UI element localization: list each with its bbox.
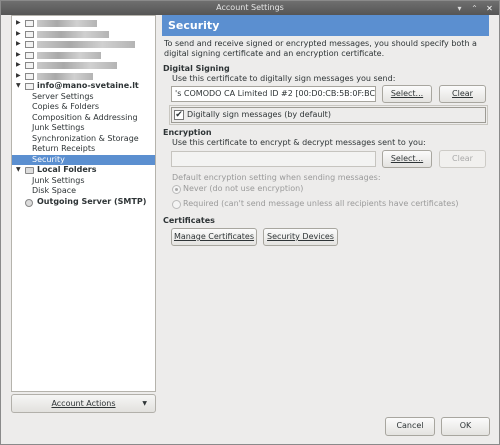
tree-item-composition[interactable]: Composition & Addressing: [12, 113, 155, 124]
tree-item-label: Server Settings: [32, 91, 94, 101]
digitally-sign-checkbox-row[interactable]: ✔ Digitally sign messages (by default): [169, 105, 488, 125]
mail-account-icon: [25, 62, 34, 69]
collapse-icon[interactable]: ▼: [16, 165, 22, 176]
signing-description: Use this certificate to digitally sign m…: [172, 74, 396, 83]
ok-button[interactable]: OK: [441, 417, 490, 436]
tree-item-sync-storage[interactable]: Synchronization & Storage: [12, 134, 155, 145]
tree-account-blurred[interactable]: ▶: [12, 39, 155, 50]
button-label: Manage Certificates: [173, 232, 255, 241]
tree-account-blurred[interactable]: ▶: [12, 50, 155, 61]
never-radio[interactable]: [172, 185, 181, 194]
mail-account-icon: [25, 72, 34, 80]
account-actions-label: Account Actions: [51, 399, 116, 408]
button-label: Clear: [452, 154, 473, 163]
button-label: OK: [459, 421, 472, 430]
expand-icon[interactable]: ▶: [16, 50, 22, 61]
tree-item-label: Copies & Folders: [32, 102, 100, 111]
mail-account-icon: [25, 20, 34, 27]
tree-item-label: Junk Settings: [32, 175, 85, 185]
digitally-sign-checkbox[interactable]: ✔: [174, 110, 184, 120]
expand-icon[interactable]: ▶: [16, 60, 22, 71]
never-radio-label: Never (do not use encryption): [183, 184, 304, 193]
tree-account-expanded[interactable]: ▼ info@mano-svetaine.lt: [12, 81, 155, 92]
tree-account-blurred[interactable]: ▶: [12, 18, 155, 29]
signing-clear-button[interactable]: Clear: [439, 85, 486, 103]
expand-icon[interactable]: ▶: [16, 39, 22, 50]
button-label: Clear: [452, 89, 473, 98]
digital-signing-heading: Digital Signing: [163, 64, 230, 73]
account-name: info@mano-svetaine.lt: [37, 81, 139, 90]
tree-item-return-receipts[interactable]: Return Receipts: [12, 144, 155, 155]
encryption-select-button[interactable]: Select...: [382, 150, 432, 168]
local-folders-label: Local Folders: [37, 165, 97, 174]
signing-certificate-field[interactable]: 's COMODO CA Limited ID #2 [00:D0:CB:5B:…: [171, 86, 376, 102]
encryption-clear-button[interactable]: Clear: [439, 150, 486, 168]
intro-text: To send and receive signed or encrypted …: [164, 39, 477, 58]
blurred-account-name: [37, 20, 97, 27]
tree-item-label: Security: [32, 154, 65, 164]
window-controls: ▾ ⌃ ✕: [454, 1, 495, 15]
signing-select-button[interactable]: Select...: [382, 85, 432, 103]
button-label: Security Devices: [267, 232, 334, 241]
blurred-account-name: [37, 72, 93, 80]
encryption-description: Use this certificate to encrypt & decryp…: [172, 138, 426, 147]
local-folders-icon: [25, 167, 34, 174]
minimize-icon[interactable]: ▾: [454, 3, 465, 14]
outgoing-server-label: Outgoing Server (SMTP): [37, 196, 147, 206]
tree-item-label: Synchronization & Storage: [32, 133, 139, 143]
tree-account-blurred[interactable]: ▶: [12, 60, 155, 71]
default-encryption-label: Default encryption setting when sending …: [172, 173, 381, 182]
tree-account-blurred[interactable]: ▶: [12, 29, 155, 40]
certificates-heading: Certificates: [163, 216, 215, 225]
mail-account-icon: [25, 83, 34, 90]
manage-certificates-button[interactable]: Manage Certificates: [171, 228, 257, 246]
expand-icon[interactable]: ▶: [16, 71, 22, 82]
digitally-sign-label: Digitally sign messages (by default): [187, 110, 331, 119]
encryption-heading: Encryption: [163, 128, 212, 137]
dropdown-arrow-icon: ▼: [142, 400, 147, 407]
blurred-account-name: [37, 62, 117, 69]
tree-item-label: Disk Space: [32, 186, 77, 195]
outgoing-server-icon: [25, 198, 33, 207]
expand-icon[interactable]: ▶: [16, 18, 22, 29]
close-icon[interactable]: ✕: [484, 3, 495, 14]
collapse-icon[interactable]: ▼: [16, 81, 22, 92]
page-title: Security: [162, 15, 489, 36]
security-devices-button[interactable]: Security Devices: [263, 228, 338, 246]
required-radio[interactable]: [172, 200, 181, 209]
account-settings-window: Account Settings ▾ ⌃ ✕ ▶ ▶ ▶ ▶ ▶ ▶ ▼ info…: [0, 0, 500, 445]
blurred-account-name: [37, 30, 109, 38]
window-title: Account Settings: [216, 3, 284, 12]
button-label: Select...: [390, 154, 424, 163]
tree-item-label: Composition & Addressing: [32, 112, 138, 122]
cancel-button[interactable]: Cancel: [385, 417, 435, 436]
blurred-account-name: [37, 41, 135, 48]
tree-item-copies-folders[interactable]: Copies & Folders: [12, 102, 155, 113]
title-bar: Account Settings ▾ ⌃ ✕: [1, 1, 499, 15]
tree-item-server-settings[interactable]: Server Settings: [12, 92, 155, 103]
tree-outgoing-server[interactable]: Outgoing Server (SMTP): [12, 197, 155, 208]
button-label: Select...: [390, 89, 424, 98]
tree-item-disk-space[interactable]: Disk Space: [12, 186, 155, 197]
maximize-icon[interactable]: ⌃: [469, 3, 480, 14]
mail-account-icon: [25, 41, 34, 48]
tree-local-folders[interactable]: ▼ Local Folders: [12, 165, 155, 176]
account-actions-button[interactable]: Account Actions ▼: [11, 394, 156, 413]
tree-item-local-junk[interactable]: Junk Settings: [12, 176, 155, 187]
mail-account-icon: [25, 30, 34, 38]
account-tree: ▶ ▶ ▶ ▶ ▶ ▶ ▼ info@mano-svetaine.lt Serve…: [11, 15, 156, 392]
tree-item-label: Junk Settings: [32, 123, 85, 132]
tree-item-security[interactable]: Security: [12, 154, 155, 165]
button-label: Cancel: [396, 421, 424, 430]
mail-account-icon: [25, 51, 34, 59]
expand-icon[interactable]: ▶: [16, 29, 22, 40]
encryption-certificate-field[interactable]: [171, 151, 376, 167]
blurred-account-name: [37, 51, 101, 59]
tree-item-junk-settings[interactable]: Junk Settings: [12, 123, 155, 134]
tree-item-label: Return Receipts: [32, 144, 96, 153]
tree-account-blurred[interactable]: ▶: [12, 71, 155, 82]
required-radio-label: Required (can't send message unless all …: [183, 199, 459, 208]
